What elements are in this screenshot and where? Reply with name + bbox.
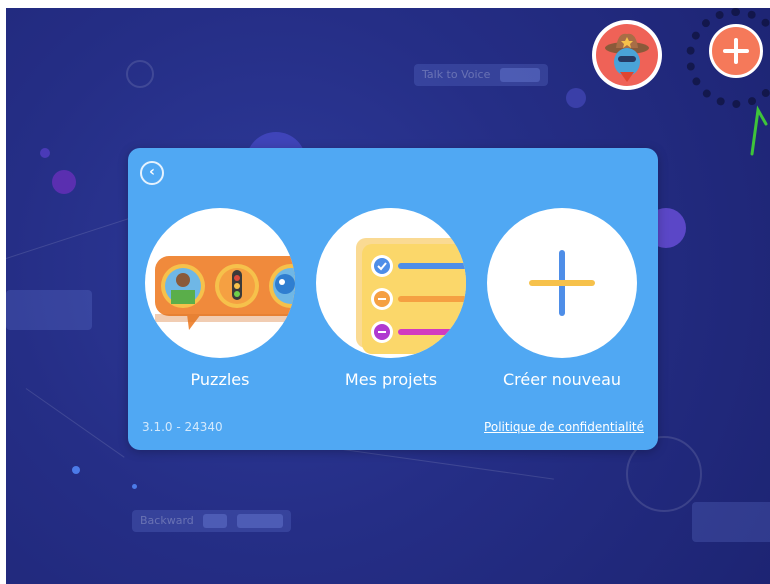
background-line — [335, 448, 554, 480]
background-block-slot — [203, 514, 228, 528]
background-dot — [566, 88, 586, 108]
background-line — [25, 388, 125, 458]
chevron-left-icon: ‹ — [149, 164, 155, 180]
projects-list-icon — [316, 208, 466, 358]
plus-icon — [487, 208, 637, 358]
tile-my-projects[interactable]: Mes projets — [315, 208, 467, 389]
background-line — [6, 217, 130, 259]
background-ring — [126, 60, 154, 88]
version-label: 3.1.0 - 24340 — [142, 420, 223, 434]
background-dot — [40, 148, 50, 158]
tile-create-new[interactable]: Créer nouveau — [486, 208, 638, 389]
tile-puzzles[interactable]: Puzzles — [144, 208, 296, 389]
background-block-label: Talk to Voice — [422, 68, 491, 81]
background-block-slot — [236, 514, 283, 528]
background-block: Backward — [132, 510, 291, 532]
app-screen: Talk to Voice Backward ‹ Puzzles Mes pro… — [6, 8, 770, 584]
background-block: Talk to Voice — [414, 64, 548, 86]
background-block-label: Backward — [140, 514, 194, 527]
background-dot — [52, 170, 76, 194]
start-dialog: ‹ Puzzles Mes projets Créer nouveau 3.1.… — [128, 148, 658, 450]
background-dot — [72, 466, 80, 474]
background-dot — [132, 484, 137, 489]
background-block — [6, 290, 92, 330]
puzzles-icon — [145, 208, 295, 358]
back-button[interactable]: ‹ — [140, 161, 164, 185]
background-block — [692, 502, 770, 542]
profile-avatar-button[interactable] — [592, 20, 662, 90]
privacy-policy-link[interactable]: Politique de confidentialité — [484, 420, 644, 434]
annotation-arrow-icon — [750, 105, 768, 156]
add-button[interactable] — [709, 24, 763, 78]
cowboy-avatar-icon — [596, 24, 658, 86]
background-block-slot — [499, 68, 540, 82]
tile-label: Mes projets — [344, 370, 438, 389]
tile-label: Puzzles — [190, 370, 250, 389]
tile-label: Créer nouveau — [502, 370, 622, 389]
